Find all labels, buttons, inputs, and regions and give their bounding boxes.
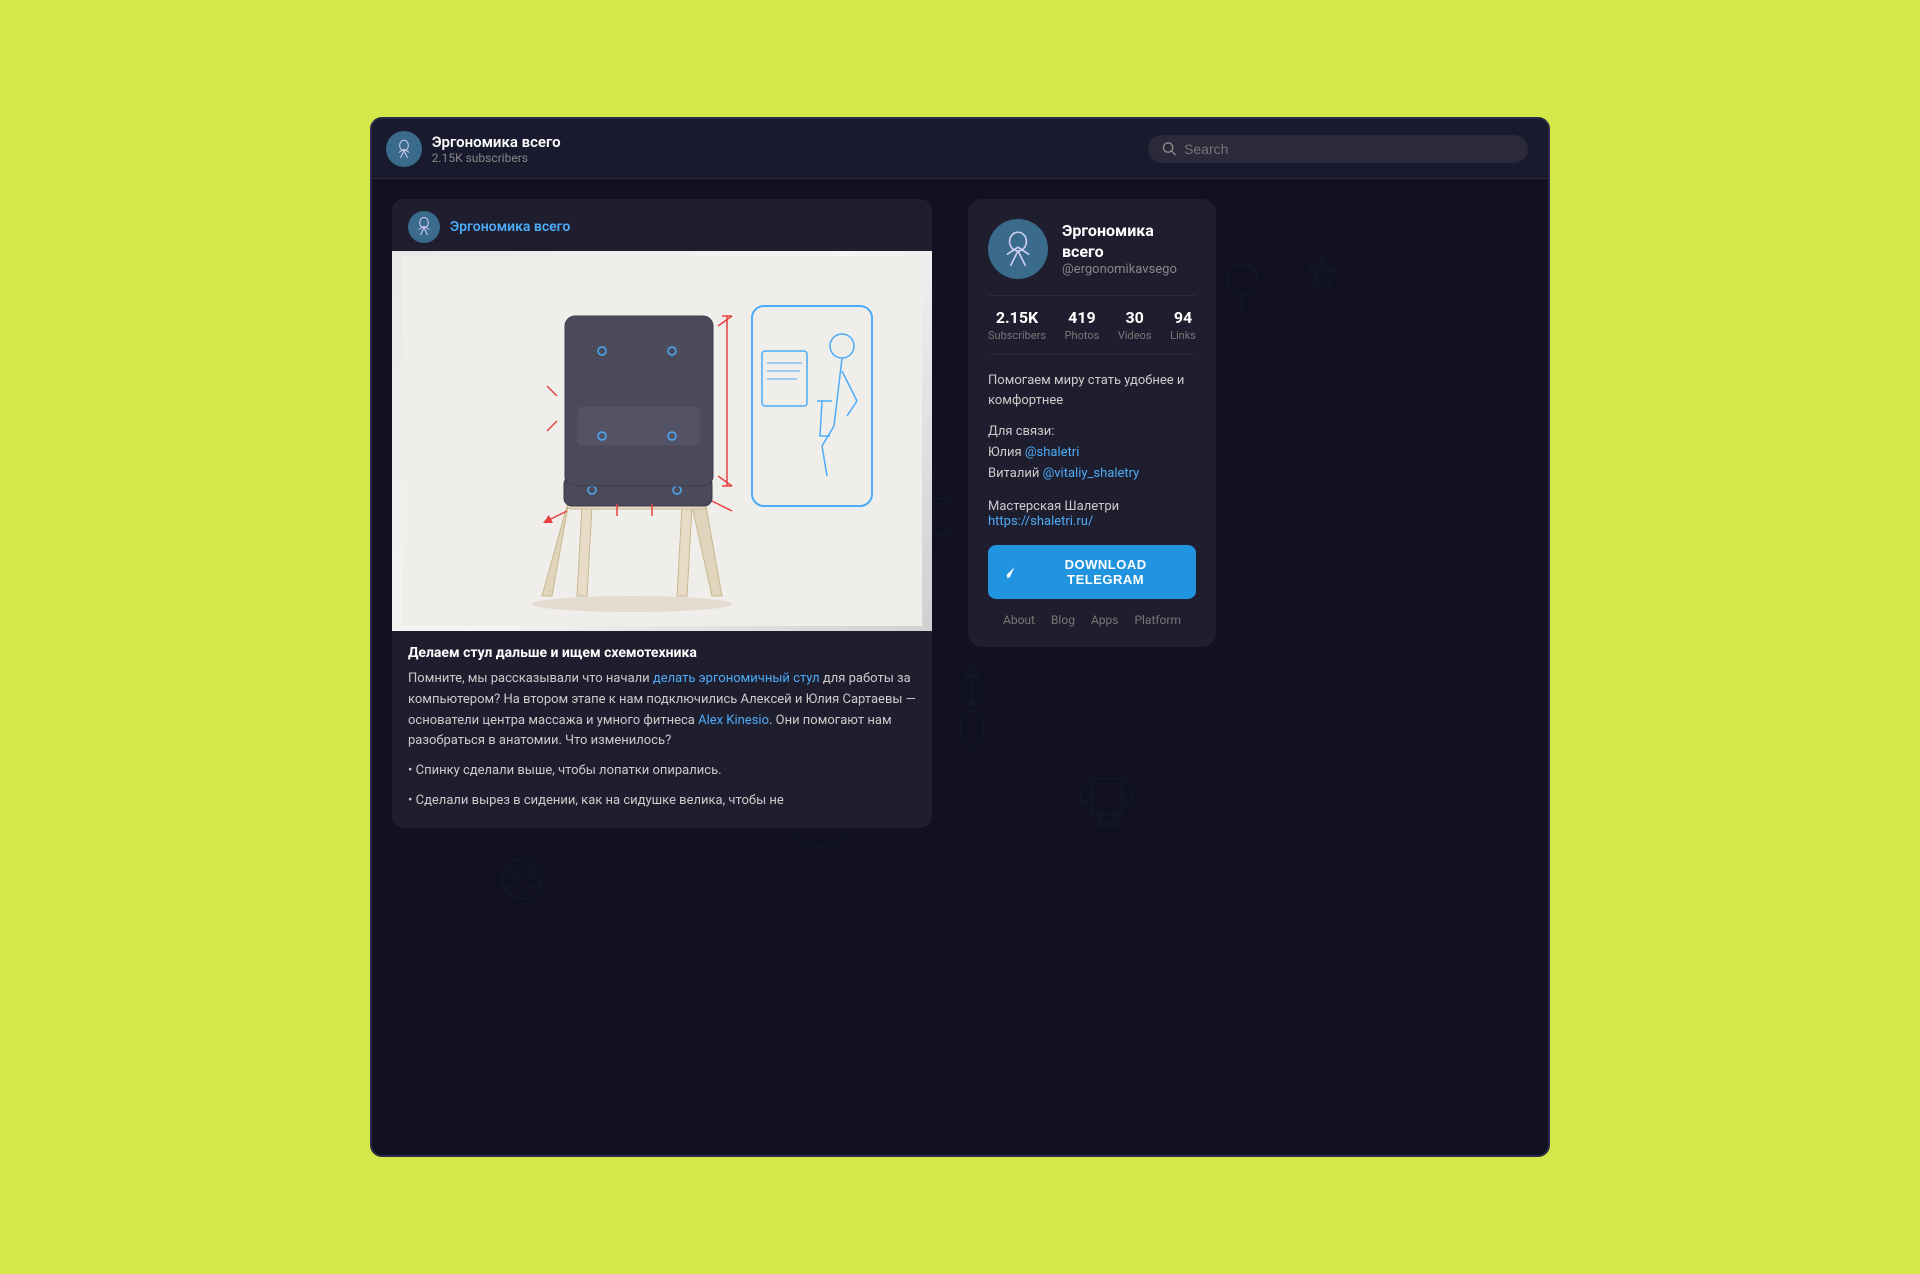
post-link-2[interactable]: Alex Kinesio — [698, 713, 769, 728]
stats-row: 2.15K Subscribers 419 Photos 30 Videos 9… — [988, 295, 1196, 355]
post-title: Делаем стул дальше и ищем схемотехника — [408, 645, 916, 661]
post-header: Эргономика всего — [392, 199, 932, 251]
stat-videos: 30 Videos — [1118, 308, 1152, 342]
contact-line-2: Виталий @vitaliy_shaletry — [988, 464, 1196, 485]
titlebar-avatar — [386, 131, 422, 167]
stat-links-value: 94 — [1170, 308, 1196, 327]
channel-username: @ergonomikavsego — [1062, 262, 1196, 277]
post-bullet-1: • Спинку сделали выше, чтобы лопатки опи… — [408, 760, 916, 782]
right-panel: Эргономика всего @ergonomikavsego 2.15K … — [952, 179, 1232, 1155]
stat-links: 94 Links — [1170, 308, 1196, 342]
footer-link-apps[interactable]: Apps — [1091, 613, 1119, 627]
search-bar[interactable] — [1148, 135, 1528, 163]
contact-link-1[interactable]: @shaletri — [1025, 445, 1080, 460]
channel-title-info: Эргономика всего @ergonomikavsego — [1062, 221, 1196, 278]
stat-subscribers: 2.15K Subscribers — [988, 308, 1046, 342]
stat-links-label: Links — [1170, 329, 1196, 342]
content-area: Эргономика всего — [372, 179, 1548, 1155]
stat-photos-label: Photos — [1065, 329, 1100, 342]
channel-card: Эргономика всего @ergonomikavsego 2.15K … — [968, 199, 1216, 647]
channel-description: Помогаем миру стать удобнее и комфортнее — [988, 371, 1196, 410]
workshop-line: Мастерская Шалетри https://shaletri.ru/ — [988, 499, 1196, 529]
chair-illustration — [402, 256, 922, 626]
stat-videos-label: Videos — [1118, 329, 1152, 342]
search-icon — [1162, 141, 1176, 156]
footer-links: About Blog Apps Platform — [988, 613, 1196, 627]
main-feed[interactable]: Эргономика всего — [372, 179, 952, 1155]
contact-link-2[interactable]: @vitaliy_shaletry — [1043, 466, 1140, 481]
workshop-link[interactable]: https://shaletri.ru/ — [988, 514, 1093, 529]
contact-label: Для связи: — [988, 424, 1196, 439]
post-image — [392, 251, 932, 631]
stat-photos-value: 419 — [1065, 308, 1100, 327]
contact-line-1: Юлия @shaletri — [988, 443, 1196, 464]
post-avatar — [408, 211, 440, 243]
titlebar-subscribers: 2.15K subscribers — [432, 151, 561, 165]
stat-videos-value: 30 — [1118, 308, 1152, 327]
post-bullet-2: • Сделали вырез в сидении, как на сидушк… — [408, 790, 916, 812]
main-window: Эргономика всего 2.15K subscribers — [370, 117, 1550, 1157]
channel-header: Эргономика всего @ergonomikavsego — [988, 219, 1196, 279]
post-link-1[interactable]: делать эргономичный стул — [653, 671, 820, 686]
post-card: Эргономика всего — [392, 199, 932, 828]
channel-name-large: Эргономика всего — [1062, 221, 1196, 263]
post-body: Делаем стул дальше и ищем схемотехника П… — [392, 631, 932, 828]
download-telegram-button[interactable]: DOWNLOAD TELEGRAM — [988, 545, 1196, 599]
titlebar-info: Эргономика всего 2.15K subscribers — [432, 133, 561, 165]
contact-section: Для связи: Юлия @shaletri Виталий @vital… — [988, 424, 1196, 485]
search-input[interactable] — [1184, 141, 1514, 157]
post-channel-name: Эргономика всего — [450, 219, 570, 235]
titlebar-center: Эргономика всего 2.15K subscribers — [386, 131, 561, 167]
footer-link-about[interactable]: About — [1003, 613, 1035, 627]
titlebar: Эргономика всего 2.15K subscribers — [372, 119, 1548, 179]
stat-subscribers-label: Subscribers — [988, 329, 1046, 342]
post-text: Помните, мы рассказывали что начали дела… — [408, 669, 916, 752]
telegram-icon — [1000, 563, 1017, 581]
stat-subscribers-value: 2.15K — [988, 308, 1046, 327]
footer-link-platform[interactable]: Platform — [1134, 613, 1181, 627]
stat-photos: 419 Photos — [1065, 308, 1100, 342]
channel-avatar — [988, 219, 1048, 279]
titlebar-channel-name: Эргономика всего — [432, 133, 561, 151]
footer-link-blog[interactable]: Blog — [1051, 613, 1075, 627]
